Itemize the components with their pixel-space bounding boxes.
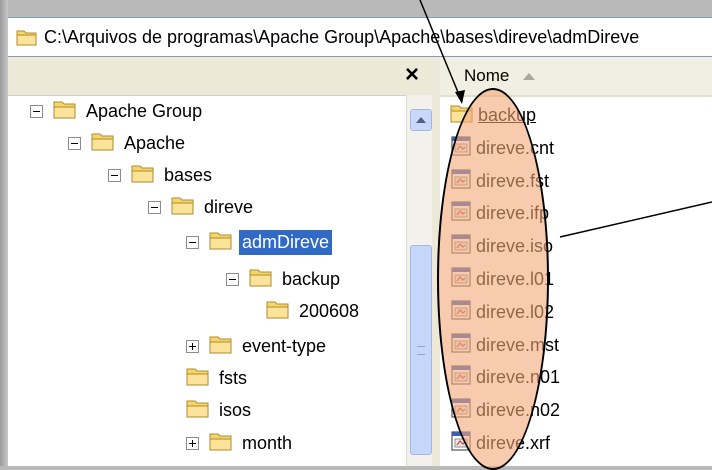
file-list-item[interactable]: direve.cnt bbox=[450, 132, 554, 164]
file-icon bbox=[450, 200, 472, 227]
file-name: direve.ifp bbox=[476, 202, 550, 223]
tree-node[interactable]: direve bbox=[148, 191, 256, 223]
collapse-minus-icon[interactable] bbox=[30, 104, 43, 118]
file-name: direve.iso bbox=[476, 235, 554, 256]
column-header-name[interactable]: Nome bbox=[440, 57, 712, 97]
folder-icon bbox=[171, 195, 195, 220]
tree-node-label: event-type bbox=[242, 335, 327, 356]
tree-node[interactable]: fsts bbox=[186, 362, 250, 394]
file-icon bbox=[450, 364, 472, 391]
file-list-item[interactable]: direve.n01 bbox=[450, 361, 560, 393]
tree-node[interactable]: Apache bbox=[68, 127, 188, 159]
expand-plus-icon[interactable] bbox=[186, 339, 199, 353]
file-list-item[interactable]: direve.mst bbox=[450, 329, 559, 361]
tree-node-label: month bbox=[242, 432, 293, 453]
tree-node[interactable]: event-type bbox=[186, 330, 329, 362]
folder-icon bbox=[53, 99, 77, 124]
file-list-item[interactable]: direve.l02 bbox=[450, 296, 554, 328]
folder-icon bbox=[450, 103, 474, 128]
file-icon bbox=[450, 168, 472, 195]
tree-node-label: Apache Group bbox=[86, 100, 203, 121]
tree-node-label: admDireve bbox=[239, 229, 333, 255]
collapse-minus-icon[interactable] bbox=[226, 272, 239, 286]
pane-splitter[interactable] bbox=[432, 57, 440, 466]
collapse-minus-icon[interactable] bbox=[186, 235, 199, 249]
folder-icon bbox=[266, 299, 290, 324]
tree-node[interactable]: isos bbox=[186, 394, 254, 426]
file-list-item[interactable]: direve.iso bbox=[450, 230, 553, 262]
file-list-item[interactable]: direve.xrf bbox=[450, 427, 550, 459]
expand-plus-icon[interactable] bbox=[186, 436, 199, 450]
folder-icon bbox=[131, 163, 155, 188]
scroll-thumb[interactable] bbox=[410, 245, 432, 455]
file-name: backup bbox=[478, 104, 537, 125]
file-name: direve.l02 bbox=[476, 301, 555, 322]
desktop-edge bbox=[0, 0, 8, 466]
address-path[interactable]: C:\Arquivos de programas\Apache Group\Ap… bbox=[44, 27, 712, 48]
folder-icon bbox=[186, 398, 210, 423]
folder-icon bbox=[186, 366, 210, 391]
collapse-minus-icon[interactable] bbox=[108, 168, 121, 182]
tree-node[interactable]: bases bbox=[108, 159, 215, 191]
folders-pane-header: × bbox=[8, 57, 432, 96]
file-name: direve.cnt bbox=[476, 137, 555, 158]
folder-tree-scrollbar[interactable] bbox=[406, 95, 432, 466]
tree-node[interactable]: Apache Group bbox=[30, 95, 205, 127]
folder-open-icon bbox=[209, 230, 233, 255]
file-name: direve.l01 bbox=[476, 268, 555, 289]
file-list-item[interactable]: direve.l01 bbox=[450, 263, 554, 295]
tree-node-label: direve bbox=[204, 196, 254, 217]
file-name: direve.n02 bbox=[476, 399, 561, 420]
file-list-item[interactable]: backup bbox=[450, 99, 536, 131]
file-name: direve.xrf bbox=[476, 432, 551, 453]
file-name: direve.fst bbox=[476, 170, 550, 191]
file-icon bbox=[450, 266, 472, 293]
file-list-item[interactable]: direve.fst bbox=[450, 165, 549, 197]
file-icon bbox=[450, 233, 472, 260]
file-name: direve.mst bbox=[476, 334, 560, 355]
tree-node-label: backup bbox=[282, 268, 341, 289]
tree-node-label: fsts bbox=[219, 367, 248, 388]
tree-node[interactable]: 200608 bbox=[266, 295, 362, 327]
tree-node[interactable]: backup bbox=[226, 263, 343, 295]
file-name: direve.n01 bbox=[476, 366, 561, 387]
folder-icon bbox=[209, 431, 233, 456]
folder-icon bbox=[16, 30, 37, 46]
file-icon bbox=[450, 135, 472, 162]
file-icon bbox=[450, 332, 472, 359]
tree-node-label: bases bbox=[164, 164, 213, 185]
file-icon bbox=[450, 299, 472, 326]
tree-node-label: Apache bbox=[124, 132, 186, 153]
column-header-label: Nome bbox=[464, 66, 510, 85]
file-icon bbox=[450, 430, 472, 457]
file-list-item[interactable]: direve.ifp bbox=[450, 197, 549, 229]
folder-icon bbox=[209, 334, 233, 359]
files-pane: Nome backup direve.cnt direve.fst direve.if… bbox=[440, 57, 712, 466]
sort-ascending-icon bbox=[523, 72, 536, 80]
file-icon bbox=[450, 397, 472, 424]
tree-node[interactable]: month bbox=[186, 427, 295, 459]
collapse-minus-icon[interactable] bbox=[68, 136, 81, 150]
address-bar[interactable]: C:\Arquivos de programas\Apache Group\Ap… bbox=[8, 17, 712, 57]
folder-icon bbox=[91, 131, 115, 156]
arrow-up-icon bbox=[416, 117, 426, 123]
folders-pane: × Apache Group Apache bases direve admDireve… bbox=[8, 57, 433, 466]
tree-node-label: isos bbox=[219, 399, 252, 420]
scroll-up-button[interactable] bbox=[410, 109, 432, 131]
collapse-minus-icon[interactable] bbox=[148, 200, 161, 214]
file-list-item[interactable]: direve.n02 bbox=[450, 394, 560, 426]
folder-icon bbox=[249, 267, 273, 292]
tree-node-label: 200608 bbox=[299, 300, 360, 321]
tree-node[interactable]: admDireve bbox=[186, 226, 333, 258]
close-folders-pane-button[interactable]: × bbox=[398, 61, 426, 89]
